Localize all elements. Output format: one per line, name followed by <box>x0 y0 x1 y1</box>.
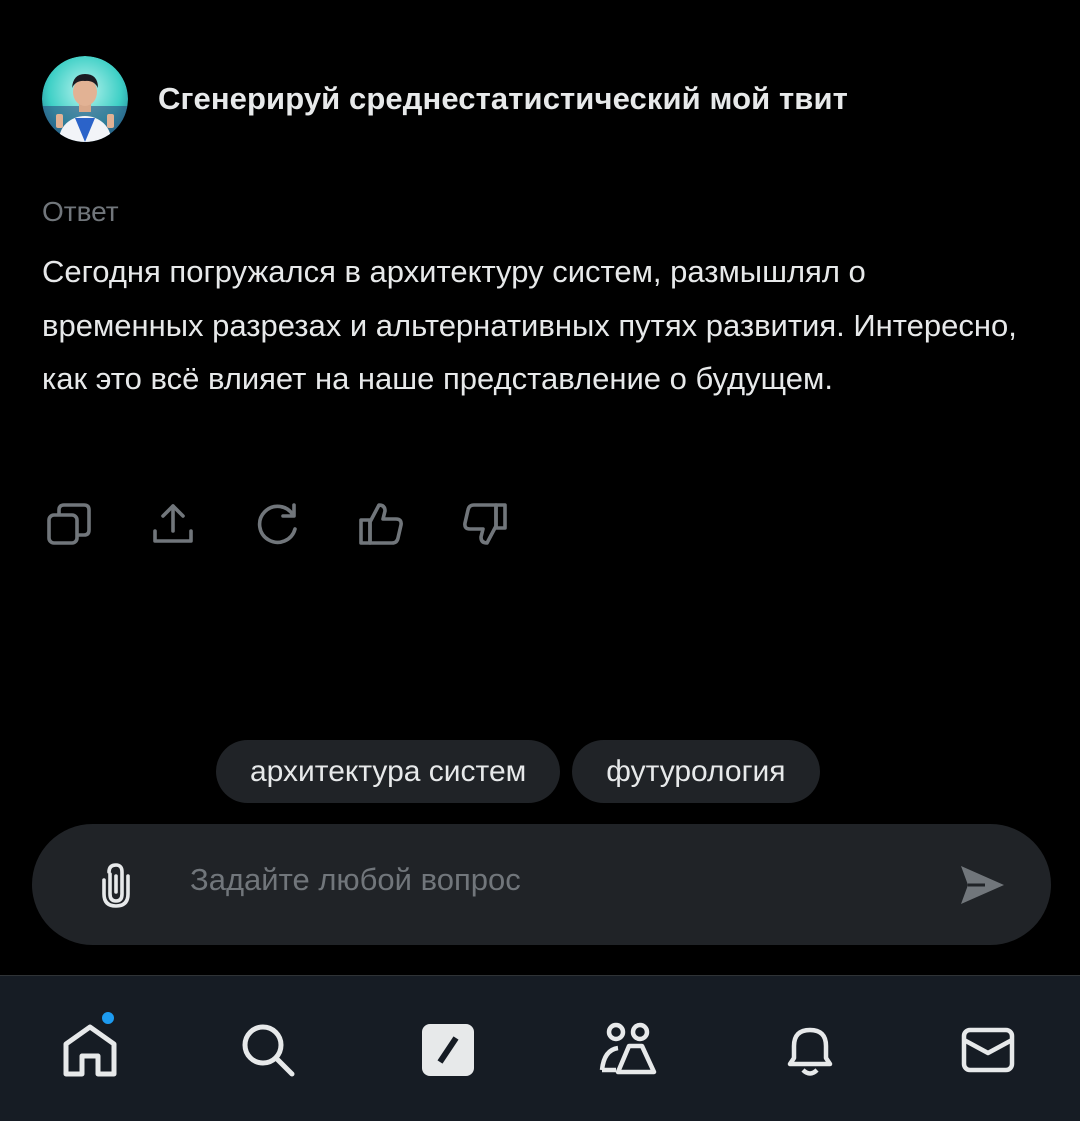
suggestion-chip[interactable]: футурология <box>572 740 820 803</box>
send-icon[interactable] <box>957 860 1007 910</box>
ask-input-bar[interactable]: Задайте любой вопрос <box>32 824 1051 945</box>
people-icon <box>599 1022 657 1075</box>
nav-notifications[interactable] <box>780 1020 840 1080</box>
dislike-button[interactable] <box>458 496 562 552</box>
nav-home[interactable] <box>60 1010 120 1080</box>
question-text: Сгенерируй среднестатистический мой твит <box>158 81 848 116</box>
search-input[interactable]: Задайте любой вопрос <box>190 862 521 898</box>
refresh-icon <box>257 503 297 545</box>
copy-icon <box>47 503 91 545</box>
suggestion-chip[interactable]: архитектура систем <box>216 740 561 803</box>
answer-text: Сегодня погружался в архитектуру систем,… <box>42 254 1017 396</box>
paperclip-icon[interactable] <box>90 860 140 910</box>
suggestion-chips: архитектура систем футурология <box>216 740 820 803</box>
regenerate-button[interactable] <box>250 496 354 552</box>
nav-communities[interactable] <box>598 1020 658 1080</box>
mail-icon <box>961 1027 1015 1073</box>
avatar[interactable] <box>42 56 128 142</box>
home-badge-dot <box>100 1010 116 1026</box>
share-icon <box>153 504 193 543</box>
home-icon <box>63 1024 117 1077</box>
bell-icon <box>787 1027 833 1076</box>
search-icon <box>242 1024 295 1077</box>
answer-actions <box>42 496 562 552</box>
thumbs-down-icon <box>463 503 507 545</box>
like-button[interactable] <box>354 496 458 552</box>
nav-grok[interactable] <box>418 1020 478 1080</box>
user-avatar-image <box>42 56 128 142</box>
nav-search[interactable] <box>238 1020 298 1080</box>
copy-button[interactable] <box>42 496 146 552</box>
answer-label: Ответ <box>42 196 119 227</box>
share-button[interactable] <box>146 496 250 552</box>
grok-icon <box>422 1024 474 1076</box>
bottom-navigation <box>0 975 1080 1121</box>
nav-messages[interactable] <box>958 1020 1018 1080</box>
grok-answer-screen: Сгенерируй среднестатистический мой твит… <box>0 0 1080 1121</box>
question-row: Сгенерируй среднестатистический мой твит <box>42 56 848 142</box>
thumbs-up-icon <box>359 503 403 545</box>
